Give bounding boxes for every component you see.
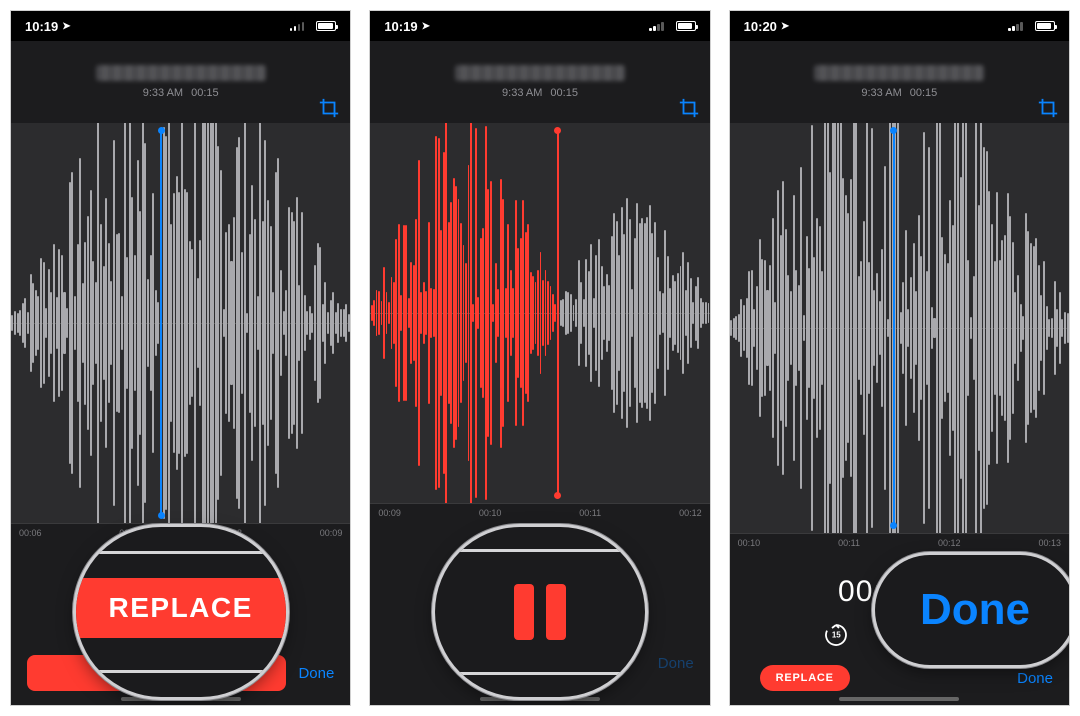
- waveform-recorded: [370, 123, 557, 503]
- memo-title-redacted: [96, 65, 266, 81]
- replace-button-callout[interactable]: REPLACE: [76, 578, 286, 638]
- waveform: [730, 123, 1069, 533]
- status-bar: 10:20 ➤: [730, 11, 1069, 41]
- memo-time: 9:33 AM: [143, 87, 183, 99]
- playhead[interactable]: [160, 123, 162, 523]
- callout-pause: [435, 527, 645, 697]
- memo-header: 9:33 AM 00:15: [11, 41, 350, 105]
- memo-header: 9:33 AM 00:15: [730, 41, 1069, 105]
- status-bar: 10:19 ➤: [11, 11, 350, 41]
- time-ruler: 00:09 00:10 00:11 00:12: [370, 503, 709, 529]
- callout-replace: REPLACE: [76, 527, 286, 697]
- home-indicator[interactable]: [480, 697, 600, 701]
- memo-duration: 00:15: [550, 87, 578, 99]
- done-button[interactable]: Done: [1017, 670, 1053, 687]
- crop-icon[interactable]: [678, 97, 700, 119]
- callout-done: Done: [875, 555, 1070, 665]
- memo-header: 9:33 AM 00:15: [370, 41, 709, 105]
- cell-signal-icon: [290, 21, 305, 31]
- status-bar: 10:19 ➤: [370, 11, 709, 41]
- location-arrow-icon: ➤: [422, 21, 430, 32]
- status-time: 10:20: [744, 19, 777, 34]
- location-arrow-icon: ➤: [62, 21, 70, 32]
- playhead[interactable]: [893, 123, 895, 533]
- cell-signal-icon: [1008, 21, 1023, 31]
- status-time: 10:19: [25, 19, 58, 34]
- done-button[interactable]: Done: [298, 665, 334, 682]
- home-indicator[interactable]: [839, 697, 959, 701]
- memo-time: 9:33 AM: [861, 87, 901, 99]
- playhead[interactable]: [557, 123, 559, 503]
- home-indicator[interactable]: [121, 697, 241, 701]
- phone-screen-1: 10:19 ➤ 9:33 AM 00:15 00: [10, 10, 351, 706]
- memo-title-redacted: [455, 65, 625, 81]
- crop-icon[interactable]: [318, 97, 340, 119]
- memo-time: 9:33 AM: [502, 87, 542, 99]
- replace-button[interactable]: REPLACE: [760, 665, 850, 691]
- battery-icon: [676, 21, 696, 31]
- done-button[interactable]: Done: [658, 655, 694, 672]
- battery-icon: [316, 21, 336, 31]
- pause-icon[interactable]: [514, 584, 566, 640]
- status-time: 10:19: [384, 19, 417, 34]
- waveform: [11, 123, 350, 523]
- location-arrow-icon: ➤: [781, 21, 789, 32]
- battery-icon: [1035, 21, 1055, 31]
- phone-screen-3: 10:20 ➤ 9:33 AM 00:15 00: [729, 10, 1070, 706]
- phone-screen-2: 10:19 ➤ 9:33 AM 00:15: [369, 10, 710, 706]
- waveform: [557, 123, 710, 503]
- memo-duration: 00:15: [191, 87, 219, 99]
- skip-back-15-icon[interactable]: 15: [822, 621, 850, 649]
- done-button-callout[interactable]: Done: [920, 585, 1030, 635]
- memo-duration: 00:15: [910, 87, 938, 99]
- waveform-area[interactable]: 00:06 00:07 00:08 00:09: [11, 123, 350, 549]
- waveform-area[interactable]: 00:10 00:11 00:12 00:13: [730, 123, 1069, 559]
- cell-signal-icon: [649, 21, 664, 31]
- waveform-area[interactable]: 00:09 00:10 00:11 00:12: [370, 123, 709, 529]
- memo-title-redacted: [814, 65, 984, 81]
- crop-icon[interactable]: [1037, 97, 1059, 119]
